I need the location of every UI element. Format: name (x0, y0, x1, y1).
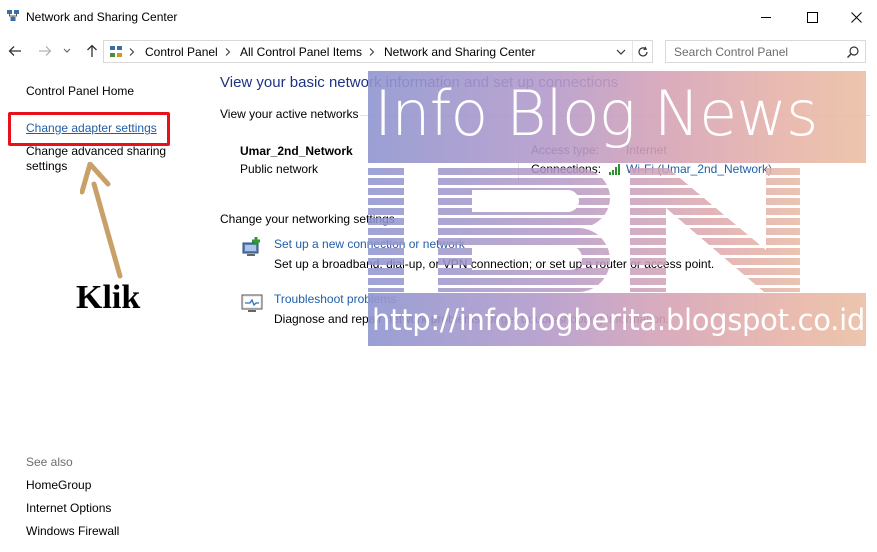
minimize-icon (760, 16, 771, 18)
title-bar: Network and Sharing Center (0, 0, 877, 36)
control-panel-icon (110, 46, 122, 57)
arrow-up-icon (87, 44, 97, 57)
close-button[interactable] (833, 0, 877, 34)
troubleshoot-icon (241, 294, 263, 312)
refresh-icon (638, 46, 648, 56)
annotation-label: Klik (76, 279, 141, 316)
breadcrumb-network-sharing[interactable]: Network and Sharing Center (384, 45, 535, 59)
chevron-down-icon (63, 48, 71, 53)
troubleshoot-link[interactable]: Troubleshoot problems (274, 292, 396, 306)
breadcrumb-separator-icon (129, 48, 135, 56)
homegroup-link[interactable]: HomeGroup (26, 478, 91, 492)
network-sharing-icon (7, 10, 19, 21)
search-box (665, 40, 866, 63)
breadcrumb-all-items[interactable]: All Control Panel Items (240, 45, 362, 59)
access-type-value: Internet (626, 143, 667, 157)
breadcrumb-control-panel[interactable]: Control Panel (145, 45, 218, 59)
forward-button[interactable] (35, 41, 55, 61)
up-button[interactable] (82, 41, 102, 61)
highlight-box (8, 112, 170, 146)
network-divider (518, 138, 519, 184)
windows-firewall-link[interactable]: Windows Firewall (26, 524, 119, 538)
setup-connection-description: Set up a broadband, dial-up, or VPN conn… (274, 257, 715, 271)
new-connection-icon (242, 237, 260, 256)
wifi-connection-link[interactable]: Wi-Fi (Umar_2nd_Network) (626, 162, 772, 176)
see-also-heading: See also (26, 455, 73, 469)
change-settings-heading: Change your networking settings (220, 212, 395, 226)
arrow-left-icon (8, 46, 21, 56)
wifi-signal-icon (609, 164, 620, 175)
search-input[interactable] (666, 41, 841, 62)
close-icon (850, 11, 862, 23)
connections-label: Connections: (531, 162, 602, 176)
maximize-icon (806, 11, 818, 23)
navigation-bar: Control Panel All Control Panel Items Ne… (0, 36, 877, 66)
internet-options-link[interactable]: Internet Options (26, 501, 111, 515)
control-panel-home-link[interactable]: Control Panel Home (26, 84, 134, 98)
maximize-button[interactable] (789, 0, 835, 34)
network-type-link[interactable]: Public network (240, 162, 318, 176)
annotation-arrow-icon (80, 162, 123, 279)
recent-locations-button[interactable] (60, 41, 74, 61)
breadcrumb-separator-icon (369, 48, 375, 56)
network-name: Umar_2nd_Network (240, 144, 353, 158)
address-bar[interactable]: Control Panel All Control Panel Items Ne… (103, 40, 653, 63)
search-icon[interactable] (846, 45, 860, 59)
breadcrumb-separator-icon (225, 48, 231, 56)
chevron-down-icon[interactable] (614, 46, 628, 58)
setup-connection-link[interactable]: Set up a new connection or network (274, 237, 465, 251)
page-title: View your basic network information and … (220, 74, 619, 91)
troubleshoot-description: Diagnose and repair network problems, or… (274, 312, 669, 326)
active-networks-heading: View your active networks (220, 107, 359, 121)
refresh-button[interactable] (632, 41, 653, 62)
window-title: Network and Sharing Center (26, 10, 178, 24)
minimize-button[interactable] (743, 0, 789, 34)
back-button[interactable] (5, 41, 25, 61)
left-pane: Control Panel Home Change adapter settin… (0, 66, 205, 552)
arrow-right-icon (39, 46, 52, 56)
access-type-label: Access type: (531, 143, 600, 157)
main-content: View your basic network information and … (205, 66, 877, 552)
section-divider (360, 115, 870, 116)
